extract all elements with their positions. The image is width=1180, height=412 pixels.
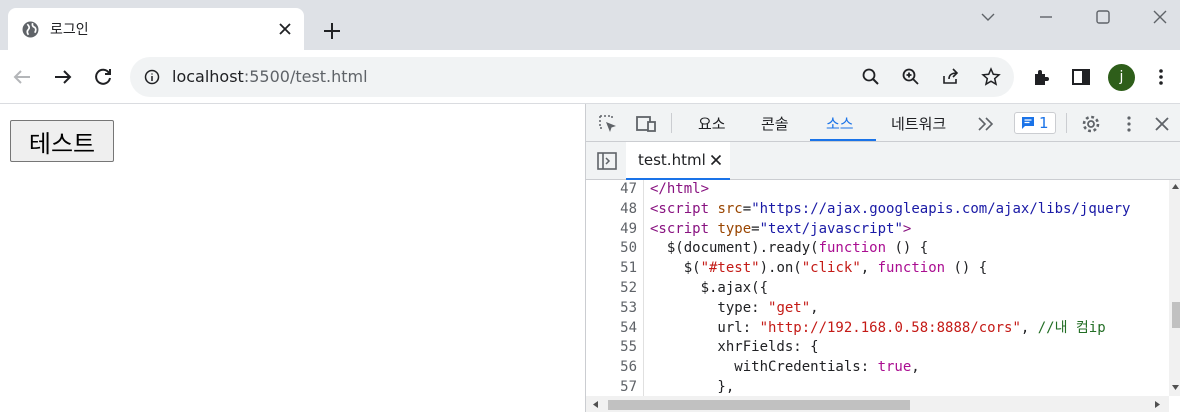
share-icon[interactable]: [940, 66, 962, 88]
vertical-scroll-thumb[interactable]: [1172, 302, 1180, 328]
close-icon[interactable]: [710, 154, 722, 166]
extensions-puzzle-icon[interactable]: [1030, 65, 1054, 89]
tab-title: 로그인: [50, 22, 89, 38]
line-number[interactable]: 51: [586, 259, 637, 279]
message-icon: [1022, 117, 1034, 129]
close-window-icon[interactable]: [1149, 6, 1171, 28]
toolbar-divider: [1066, 113, 1067, 133]
line-number[interactable]: 56: [586, 358, 637, 378]
toggle-navigator-icon[interactable]: [596, 150, 618, 172]
line-number[interactable]: 48: [586, 200, 637, 220]
browser-toolbar: localhost:5500/test.html j: [0, 50, 1180, 104]
code-line[interactable]: withCredentials: true,: [650, 358, 1130, 378]
profile-avatar[interactable]: j: [1108, 64, 1135, 91]
url-text[interactable]: localhost:5500/test.html: [172, 67, 368, 86]
bookmark-star-icon[interactable]: [980, 66, 1002, 88]
code-editor[interactable]: 47 48 49 50 51 52 53 54 55 56 57 </html> <script sr…: [586, 180, 1169, 396]
source-file-tabs: test.html: [586, 142, 1180, 180]
inspect-element-icon[interactable]: [597, 113, 619, 135]
devtools-toolbar: 요소 콘솔 소스 네트워크 1: [586, 104, 1180, 142]
page-viewport: 테스트: [0, 104, 585, 412]
more-vertical-icon[interactable]: [1149, 65, 1173, 89]
more-tabs-chevron-icon[interactable]: [975, 113, 997, 135]
code-line[interactable]: <script src="https://ajax.googleapis.com…: [650, 200, 1130, 220]
line-number[interactable]: 57: [586, 378, 637, 396]
url-path: :5500/test.html: [243, 67, 368, 86]
zoom-icon[interactable]: [900, 66, 922, 88]
code-line[interactable]: <script type="text/javascript">: [650, 220, 1130, 240]
devtools-panel: 요소 콘솔 소스 네트워크 1 test.html 47 48 49 50 51…: [585, 104, 1180, 412]
horizontal-scroll-thumb[interactable]: [608, 400, 910, 410]
horizontal-scrollbar[interactable]: [586, 396, 1169, 412]
line-number[interactable]: 54: [586, 319, 637, 339]
file-tab-label: test.html: [638, 151, 706, 169]
close-devtools-icon[interactable]: [1151, 113, 1173, 135]
reload-icon[interactable]: [91, 65, 115, 89]
more-vertical-icon[interactable]: [1118, 113, 1140, 135]
code-line[interactable]: xhrFields: {: [650, 338, 1130, 358]
new-tab-icon[interactable]: [320, 19, 344, 43]
close-tab-icon[interactable]: [276, 20, 294, 38]
side-panel-icon[interactable]: [1069, 65, 1093, 89]
code-lines[interactable]: </html> <script src="https://ajax.googlea…: [650, 180, 1130, 396]
line-number[interactable]: 49: [586, 220, 637, 240]
scroll-up-arrow-icon[interactable]: [1171, 183, 1180, 190]
issues-counter[interactable]: 1: [1014, 112, 1056, 134]
browser-tab[interactable]: 로그인: [8, 8, 304, 50]
forward-icon[interactable]: [51, 65, 75, 89]
tab-sources[interactable]: 소스: [826, 113, 854, 134]
line-number-gutter: 47 48 49 50 51 52 53 54 55 56 57: [586, 180, 644, 396]
vertical-scrollbar[interactable]: [1169, 180, 1180, 396]
line-number[interactable]: 47: [586, 180, 637, 200]
back-icon[interactable]: [10, 65, 34, 89]
scroll-right-arrow-icon[interactable]: [1154, 400, 1161, 409]
toolbar-divider: [671, 113, 672, 133]
chevron-down-icon[interactable]: [977, 6, 999, 28]
code-line[interactable]: </html>: [650, 180, 1130, 200]
maximize-icon[interactable]: [1092, 6, 1114, 28]
code-line[interactable]: $(document).ready(function () {: [650, 239, 1130, 259]
code-line[interactable]: type: "get",: [650, 299, 1130, 319]
globe-icon: [22, 21, 39, 38]
file-tab-test-html[interactable]: test.html: [626, 142, 730, 180]
scroll-down-arrow-icon[interactable]: [1171, 384, 1180, 391]
tab-console[interactable]: 콘솔: [761, 113, 789, 134]
url-host: localhost: [172, 67, 244, 86]
line-number[interactable]: 55: [586, 338, 637, 358]
scroll-left-arrow-icon[interactable]: [592, 400, 599, 409]
tab-elements[interactable]: 요소: [698, 113, 726, 134]
active-tab-indicator: [810, 139, 876, 141]
search-icon[interactable]: [860, 66, 882, 88]
title-bar: 로그인: [0, 0, 1180, 50]
site-info-icon[interactable]: [144, 69, 160, 85]
tab-network[interactable]: 네트워크: [891, 113, 946, 134]
minimize-icon[interactable]: [1035, 6, 1057, 28]
line-number[interactable]: 53: [586, 299, 637, 319]
line-number[interactable]: 52: [586, 279, 637, 299]
issues-count: 1: [1039, 114, 1049, 132]
test-button[interactable]: 테스트: [10, 120, 114, 162]
address-bar[interactable]: localhost:5500/test.html: [130, 57, 1014, 97]
code-line[interactable]: $("#test").on("click", function () {: [650, 259, 1130, 279]
code-line[interactable]: $.ajax({: [650, 279, 1130, 299]
code-line[interactable]: url: "http://192.168.0.58:8888/cors", //…: [650, 319, 1130, 339]
settings-gear-icon[interactable]: [1080, 113, 1102, 135]
code-line[interactable]: },: [650, 378, 1130, 396]
line-number[interactable]: 50: [586, 239, 637, 259]
device-toolbar-icon[interactable]: [635, 113, 657, 135]
